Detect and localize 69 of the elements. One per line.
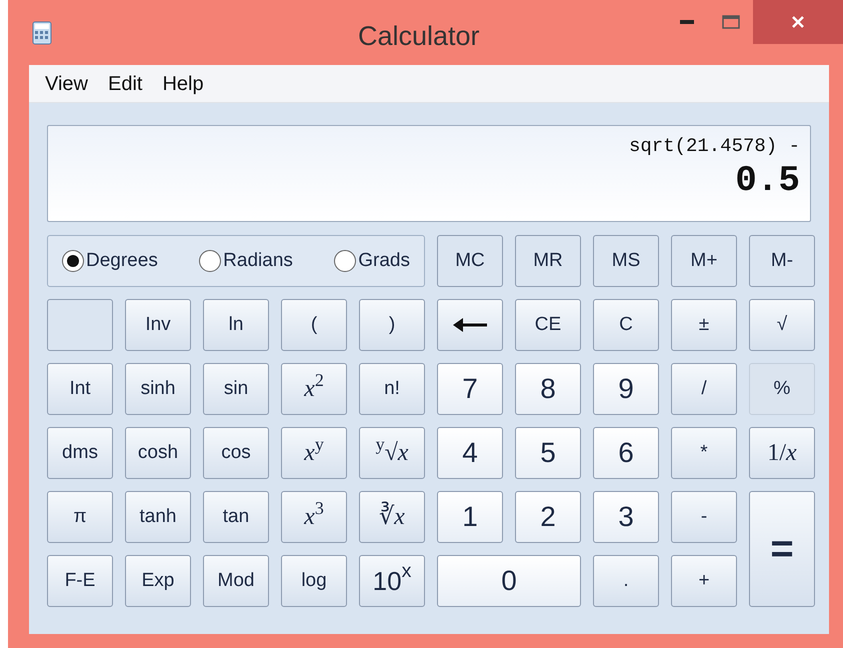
radio-option[interactable]: Grads — [334, 246, 410, 276]
memory-button[interactable]: M+ — [671, 235, 737, 287]
key-button[interactable]: $^{y}$√x — [359, 427, 425, 479]
result-value: 0.5 — [735, 160, 800, 200]
key-button[interactable]: x$^{y}$ — [281, 427, 347, 479]
memory-button[interactable]: M- — [749, 235, 815, 287]
key-button[interactable]: Exp — [125, 555, 191, 607]
digit-button[interactable]: 3 — [593, 491, 659, 543]
digit-button[interactable]: 4 — [437, 427, 503, 479]
digit-button[interactable]: 6 — [593, 427, 659, 479]
key-button[interactable]: sin — [203, 363, 269, 415]
key-button[interactable]: x$^{3}$ — [281, 491, 347, 543]
radio-option[interactable]: Degrees — [62, 246, 158, 276]
menu-item[interactable]: Help — [156, 68, 210, 98]
calculator-icon — [32, 20, 52, 44]
digit-button[interactable]: 2 — [515, 491, 581, 543]
key-button[interactable]: sinh — [125, 363, 191, 415]
memory-button[interactable]: MC — [437, 235, 503, 287]
key-button[interactable]: F-E — [47, 555, 113, 607]
key-button[interactable]: π — [47, 491, 113, 543]
window-title: Calculator — [358, 20, 480, 53]
menu-item[interactable]: Edit — [102, 68, 148, 98]
key-button[interactable]: Inv — [125, 299, 191, 351]
digit-button[interactable]: 7 — [437, 363, 503, 415]
key-button[interactable]: tan — [203, 491, 269, 543]
key-button[interactable]: ( — [281, 299, 347, 351]
left-arrow-icon — [453, 318, 487, 332]
maximize-icon — [722, 15, 740, 29]
key-button[interactable]: ) — [359, 299, 425, 351]
close-icon — [791, 15, 805, 29]
radio-button[interactable] — [334, 250, 356, 272]
key-button[interactable]: dms — [47, 427, 113, 479]
key-button[interactable]: CE — [515, 299, 581, 351]
key-button[interactable]: cos — [203, 427, 269, 479]
digit-button[interactable]: 8 — [515, 363, 581, 415]
equals-button[interactable]: = — [749, 491, 815, 607]
key-button[interactable]: Mod — [203, 555, 269, 607]
digit-button[interactable]: 0 — [437, 555, 581, 607]
key-button[interactable]: ln — [203, 299, 269, 351]
key-button[interactable]: / — [671, 363, 737, 415]
digit-button[interactable]: 1 — [437, 491, 503, 543]
memory-button[interactable]: MS — [593, 235, 659, 287]
key-button[interactable]: . — [593, 555, 659, 607]
key-button[interactable]: √ — [749, 299, 815, 351]
key-button[interactable]: 10$^{x}$ — [359, 555, 425, 607]
key-button[interactable]: x$^{2}$ — [281, 363, 347, 415]
radio-button[interactable] — [62, 250, 84, 272]
memory-button[interactable]: MR — [515, 235, 581, 287]
key-button[interactable]: ∛x — [359, 491, 425, 543]
minimize-icon — [680, 20, 694, 24]
key-button[interactable]: cosh — [125, 427, 191, 479]
key-button[interactable]: * — [671, 427, 737, 479]
radio-button[interactable] — [199, 250, 222, 272]
key-button[interactable]: + — [671, 555, 737, 607]
key-button[interactable]: tanh — [125, 491, 191, 543]
digit-button[interactable]: 9 — [593, 363, 659, 415]
key-button[interactable]: Int — [47, 363, 113, 415]
expression-text: sqrt(21.4578) - — [628, 134, 800, 159]
key-button[interactable]: - — [671, 491, 737, 543]
key-button[interactable]: % — [749, 363, 815, 415]
key-button[interactable]: log — [281, 555, 347, 607]
key-button[interactable]: C — [593, 299, 659, 351]
menu-item[interactable]: View — [39, 68, 94, 98]
backspace-button[interactable] — [437, 299, 503, 351]
key-button[interactable]: ± — [671, 299, 737, 351]
key-button[interactable]: 1/x — [749, 427, 815, 479]
key-button[interactable]: n! — [359, 363, 425, 415]
digit-button[interactable]: 5 — [515, 427, 581, 479]
radio-option[interactable]: Radians — [199, 246, 293, 276]
